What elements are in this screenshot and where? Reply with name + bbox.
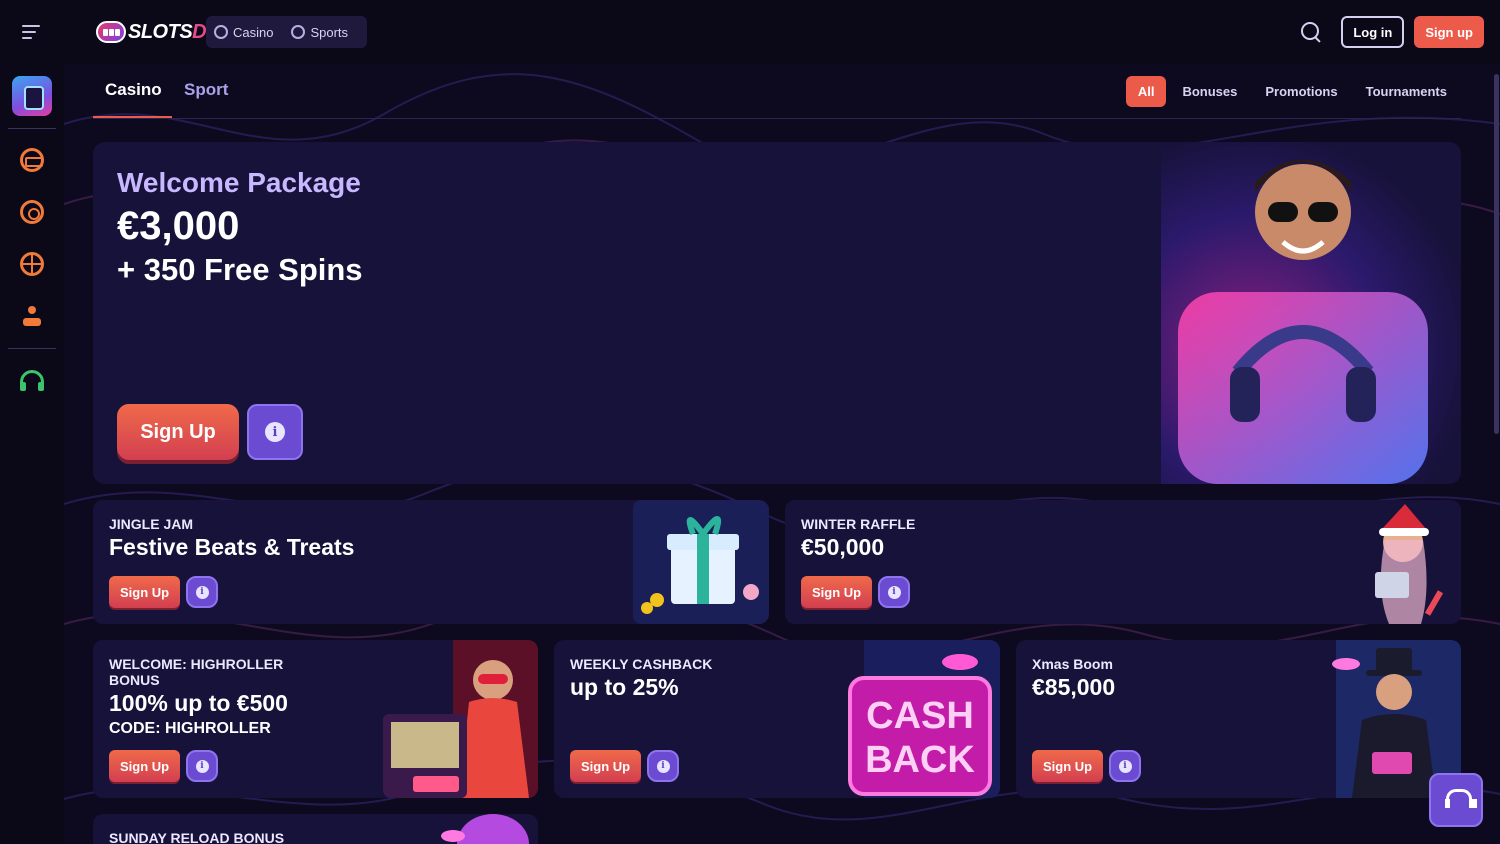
info-icon: i xyxy=(1118,759,1132,773)
joystick-icon[interactable] xyxy=(20,304,44,328)
nav-casino-label: Casino xyxy=(233,24,274,40)
tab-sport[interactable]: Sport xyxy=(184,80,228,100)
card-signup-button[interactable]: Sign Up xyxy=(801,576,873,608)
card-tag: WELCOME: HIGHROLLER BONUS xyxy=(109,656,284,688)
promo-card-xmas-boom: Xmas Boom €85,000 Sign Up i xyxy=(1016,640,1461,798)
hero-tag: Welcome Package xyxy=(117,167,361,198)
card-title: 100% up to €500 xyxy=(109,690,288,716)
card-tag: WINTER RAFFLE xyxy=(801,516,916,532)
svg-text:BACK: BACK xyxy=(865,739,975,781)
dj-mascot-icon[interactable] xyxy=(12,76,52,116)
basketball-icon[interactable] xyxy=(20,252,44,276)
dj-hero-image xyxy=(1178,159,1428,484)
card-signup-button[interactable]: Sign Up xyxy=(570,750,642,782)
filter-bonuses[interactable]: Bonuses xyxy=(1168,76,1251,107)
sidebar-divider xyxy=(8,348,56,349)
card-info-button[interactable]: i xyxy=(1109,750,1141,782)
card-signup-button[interactable]: Sign Up xyxy=(109,576,181,608)
top-bar: SLOTSDJ Casino Sports Log in Sign up xyxy=(0,0,1500,64)
card-info-button[interactable]: i xyxy=(186,576,218,608)
promo-filters: All Bonuses Promotions Tournaments xyxy=(1125,76,1461,107)
card-title: €85,000 xyxy=(1032,674,1116,700)
tab-casino[interactable]: Casino xyxy=(105,80,162,100)
card-code: CODE: HIGHROLLER xyxy=(109,720,271,737)
info-icon: i xyxy=(265,422,285,442)
reload-art-image xyxy=(441,814,529,844)
card-tag: WEEKLY CASHBACK xyxy=(570,656,713,672)
filter-tournaments[interactable]: Tournaments xyxy=(1352,76,1461,107)
logo-text: SLOTSDJ xyxy=(128,20,217,43)
logo-mark-icon xyxy=(96,21,126,43)
card-info-button[interactable]: i xyxy=(186,750,218,782)
nav-sports-label: Sports xyxy=(310,24,349,40)
main-nav: Casino Sports xyxy=(206,16,367,48)
logo[interactable]: SLOTSDJ xyxy=(96,18,217,46)
scrollbar-thumb[interactable] xyxy=(1494,74,1499,434)
filter-promotions[interactable]: Promotions xyxy=(1251,76,1351,107)
promo-card-highroller: WELCOME: HIGHROLLER BONUS 100% up to €50… xyxy=(93,640,538,798)
card-tag: Xmas Boom xyxy=(1032,656,1113,672)
info-icon: i xyxy=(656,759,670,773)
welcome-hero-banner: Welcome Package €3,000 + 350 Free Spins … xyxy=(93,142,1461,484)
card-info-button[interactable]: i xyxy=(647,750,679,782)
info-icon: i xyxy=(887,585,901,599)
santa-girl-image xyxy=(1375,504,1444,624)
hero-amount: €3,000 xyxy=(117,204,240,248)
active-tab-indicator xyxy=(93,116,172,118)
card-signup-button[interactable]: Sign Up xyxy=(109,750,181,782)
card-info-button[interactable]: i xyxy=(878,576,910,608)
menu-icon[interactable] xyxy=(22,24,42,40)
card-title: Festive Beats & Treats xyxy=(109,534,355,560)
signup-button[interactable]: Sign up xyxy=(1414,16,1484,48)
card-title: up to 25% xyxy=(570,674,679,700)
promo-card-winter-raffle: WINTER RAFFLE €50,000 Sign Up i xyxy=(785,500,1461,624)
svg-text:CASH: CASH xyxy=(866,695,974,737)
target-icon[interactable] xyxy=(20,200,44,224)
card-signup-button[interactable]: Sign Up xyxy=(1032,750,1104,782)
nav-sports[interactable]: Sports xyxy=(291,25,348,40)
page-scrollbar[interactable] xyxy=(1493,64,1500,844)
nav-casino[interactable]: Casino xyxy=(214,25,273,40)
hero-signup-button[interactable]: Sign Up xyxy=(117,404,239,460)
hero-subtitle: + 350 Free Spins xyxy=(117,252,363,287)
search-icon[interactable] xyxy=(1299,20,1323,44)
slot-icon xyxy=(214,25,228,39)
promo-card-weekly-cashback: CASH BACK WEEKLY CASHBACK up to 25% Sign… xyxy=(554,640,1000,798)
cashback-sign-image: CASH BACK xyxy=(848,640,1000,798)
card-title: €50,000 xyxy=(801,534,885,560)
login-button[interactable]: Log in xyxy=(1341,16,1405,48)
slot-machine-icon[interactable] xyxy=(20,148,44,172)
card-tag: SUNDAY RELOAD BONUS xyxy=(109,830,285,844)
support-chat-button[interactable] xyxy=(1429,773,1483,827)
card-tag: JINGLE JAM xyxy=(109,516,194,532)
filter-all[interactable]: All xyxy=(1125,76,1167,107)
promo-tabs: Casino Sport All Bonuses Promotions Tour… xyxy=(93,64,1461,119)
headset-icon[interactable] xyxy=(20,370,44,391)
sidebar xyxy=(0,64,64,844)
sidebar-divider xyxy=(8,128,56,129)
promo-card-jingle-jam: JINGLE JAM Festive Beats & Treats Sign U… xyxy=(93,500,769,624)
hero-info-button[interactable]: i xyxy=(247,404,303,460)
info-icon: i xyxy=(195,759,209,773)
promo-card-sunday-reload: SUNDAY RELOAD BONUS xyxy=(93,814,538,844)
dj-money-case-image xyxy=(383,640,538,798)
ball-icon xyxy=(291,25,306,39)
info-icon: i xyxy=(195,585,209,599)
gift-box-image xyxy=(633,500,769,624)
account-actions: Log in Sign up xyxy=(1299,16,1484,48)
